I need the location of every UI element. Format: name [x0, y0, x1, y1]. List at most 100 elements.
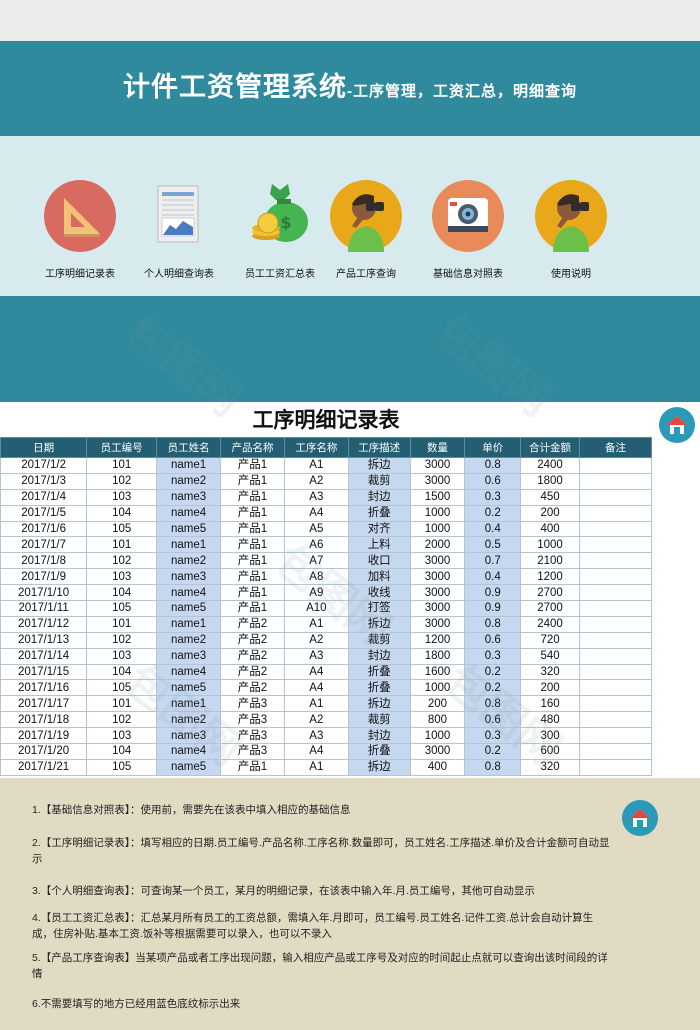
table-cell[interactable]: name2	[156, 711, 222, 729]
table-cell[interactable]	[578, 647, 653, 665]
table-cell[interactable]: name1	[156, 536, 222, 554]
table-cell[interactable]: A1	[283, 457, 349, 474]
table-cell[interactable]: 产品1	[220, 758, 285, 776]
nav-item-personal-query[interactable]: 个人明细查询表	[124, 180, 234, 280]
table-cell[interactable]: 160	[520, 695, 580, 713]
table-cell[interactable]: 产品1	[220, 552, 285, 570]
table-cell[interactable]: 拆边	[347, 695, 411, 713]
table-cell[interactable]: A5	[283, 520, 349, 538]
table-cell[interactable]: 0.8	[464, 695, 522, 713]
table-cell[interactable]	[578, 536, 653, 554]
table-cell[interactable]	[578, 504, 653, 522]
table-cell[interactable]: 0.2	[464, 663, 522, 681]
table-cell[interactable]: 收口	[347, 552, 411, 570]
table-cell[interactable]: 0.9	[464, 600, 522, 617]
table-cell[interactable]: 3000	[409, 457, 466, 474]
table-cell[interactable]: 0.3	[464, 727, 522, 745]
table-cell[interactable]: 800	[409, 711, 466, 729]
table-cell[interactable]: 2017/1/4	[0, 488, 88, 506]
table-cell[interactable]: name4	[156, 584, 222, 602]
table-cell[interactable]: 101	[86, 695, 158, 713]
table-cell[interactable]: 101	[86, 457, 158, 474]
home-button[interactable]	[622, 800, 658, 836]
table-cell[interactable]: 2017/1/10	[0, 584, 88, 602]
table-cell[interactable]: 产品1	[220, 568, 285, 586]
table-cell[interactable]: A3	[283, 727, 349, 745]
table-cell[interactable]: 3000	[409, 472, 466, 490]
table-cell[interactable]: 101	[86, 615, 158, 633]
table-cell[interactable]: 产品2	[220, 679, 285, 697]
table-cell[interactable]: 折叠	[347, 679, 411, 697]
table-cell[interactable]: 打签	[347, 600, 411, 617]
table-cell[interactable]	[578, 520, 653, 538]
table-cell[interactable]: 2000	[409, 536, 466, 554]
table-cell[interactable]: 0.8	[464, 758, 522, 776]
table-cell[interactable]: 封边	[347, 727, 411, 745]
table-cell[interactable]: 产品2	[220, 631, 285, 649]
table-cell[interactable]: 0.4	[464, 520, 522, 538]
table-cell[interactable]: 0.2	[464, 743, 522, 760]
table-cell[interactable]: 2017/1/2	[0, 457, 88, 474]
table-cell[interactable]	[578, 568, 653, 586]
table-cell[interactable]: 裁剪	[347, 711, 411, 729]
table-cell[interactable]: name5	[156, 520, 222, 538]
table-cell[interactable]: 102	[86, 552, 158, 570]
table-cell[interactable]	[578, 711, 653, 729]
table-cell[interactable]	[578, 679, 653, 697]
table-cell[interactable]: 0.3	[464, 647, 522, 665]
table-cell[interactable]: 104	[86, 584, 158, 602]
table-cell[interactable]: 0.6	[464, 631, 522, 649]
table-cell[interactable]: 产品3	[220, 743, 285, 760]
table-cell[interactable]: 2017/1/6	[0, 520, 88, 538]
table-cell[interactable]: 2017/1/16	[0, 679, 88, 697]
table-cell[interactable]: 102	[86, 631, 158, 649]
table-cell[interactable]: 1000	[409, 679, 466, 697]
table-cell[interactable]: 0.2	[464, 679, 522, 697]
table-cell[interactable]	[578, 743, 653, 760]
table-cell[interactable]: A3	[283, 647, 349, 665]
table-cell[interactable]: 2017/1/20	[0, 743, 88, 760]
table-cell[interactable]: 上料	[347, 536, 411, 554]
nav-item-process-records[interactable]: 工序明细记录表	[25, 180, 135, 280]
table-cell[interactable]: 2700	[520, 600, 580, 617]
table-cell[interactable]: 1000	[520, 536, 580, 554]
table-cell[interactable]: 产品1	[220, 520, 285, 538]
table-cell[interactable]: 400	[520, 520, 580, 538]
table-cell[interactable]: A1	[283, 615, 349, 633]
table-cell[interactable]: 裁剪	[347, 472, 411, 490]
table-cell[interactable]: 1800	[409, 647, 466, 665]
table-cell[interactable]: 封边	[347, 647, 411, 665]
table-cell[interactable]: A7	[283, 552, 349, 570]
table-cell[interactable]: 2017/1/19	[0, 727, 88, 745]
table-cell[interactable]: name2	[156, 472, 222, 490]
table-cell[interactable]: 103	[86, 568, 158, 586]
table-cell[interactable]: name1	[156, 695, 222, 713]
nav-item-base-info[interactable]: 基础信息对照表	[413, 180, 523, 280]
table-cell[interactable]	[578, 472, 653, 490]
table-cell[interactable]: name5	[156, 679, 222, 697]
table-cell[interactable]: 3000	[409, 615, 466, 633]
table-cell[interactable]: 105	[86, 520, 158, 538]
table-cell[interactable]: 103	[86, 488, 158, 506]
table-cell[interactable]: 200	[409, 695, 466, 713]
table-cell[interactable]	[578, 663, 653, 681]
table-cell[interactable]: 2100	[520, 552, 580, 570]
table-cell[interactable]: 2017/1/13	[0, 631, 88, 649]
table-cell[interactable]: 2017/1/21	[0, 758, 88, 776]
table-cell[interactable]: A8	[283, 568, 349, 586]
table-cell[interactable]: 400	[409, 758, 466, 776]
table-cell[interactable]: 产品3	[220, 711, 285, 729]
table-cell[interactable]: name5	[156, 600, 222, 617]
table-cell[interactable]: 1600	[409, 663, 466, 681]
table-cell[interactable]: A4	[283, 679, 349, 697]
table-cell[interactable]: 产品1	[220, 584, 285, 602]
table-cell[interactable]: 105	[86, 679, 158, 697]
table-cell[interactable]: 2017/1/9	[0, 568, 88, 586]
table-cell[interactable]	[578, 615, 653, 633]
table-cell[interactable]: 320	[520, 663, 580, 681]
table-cell[interactable]: 产品3	[220, 727, 285, 745]
table-cell[interactable]: A6	[283, 536, 349, 554]
table-cell[interactable]: 裁剪	[347, 631, 411, 649]
table-cell[interactable]: 产品2	[220, 615, 285, 633]
table-cell[interactable]: 1000	[409, 520, 466, 538]
